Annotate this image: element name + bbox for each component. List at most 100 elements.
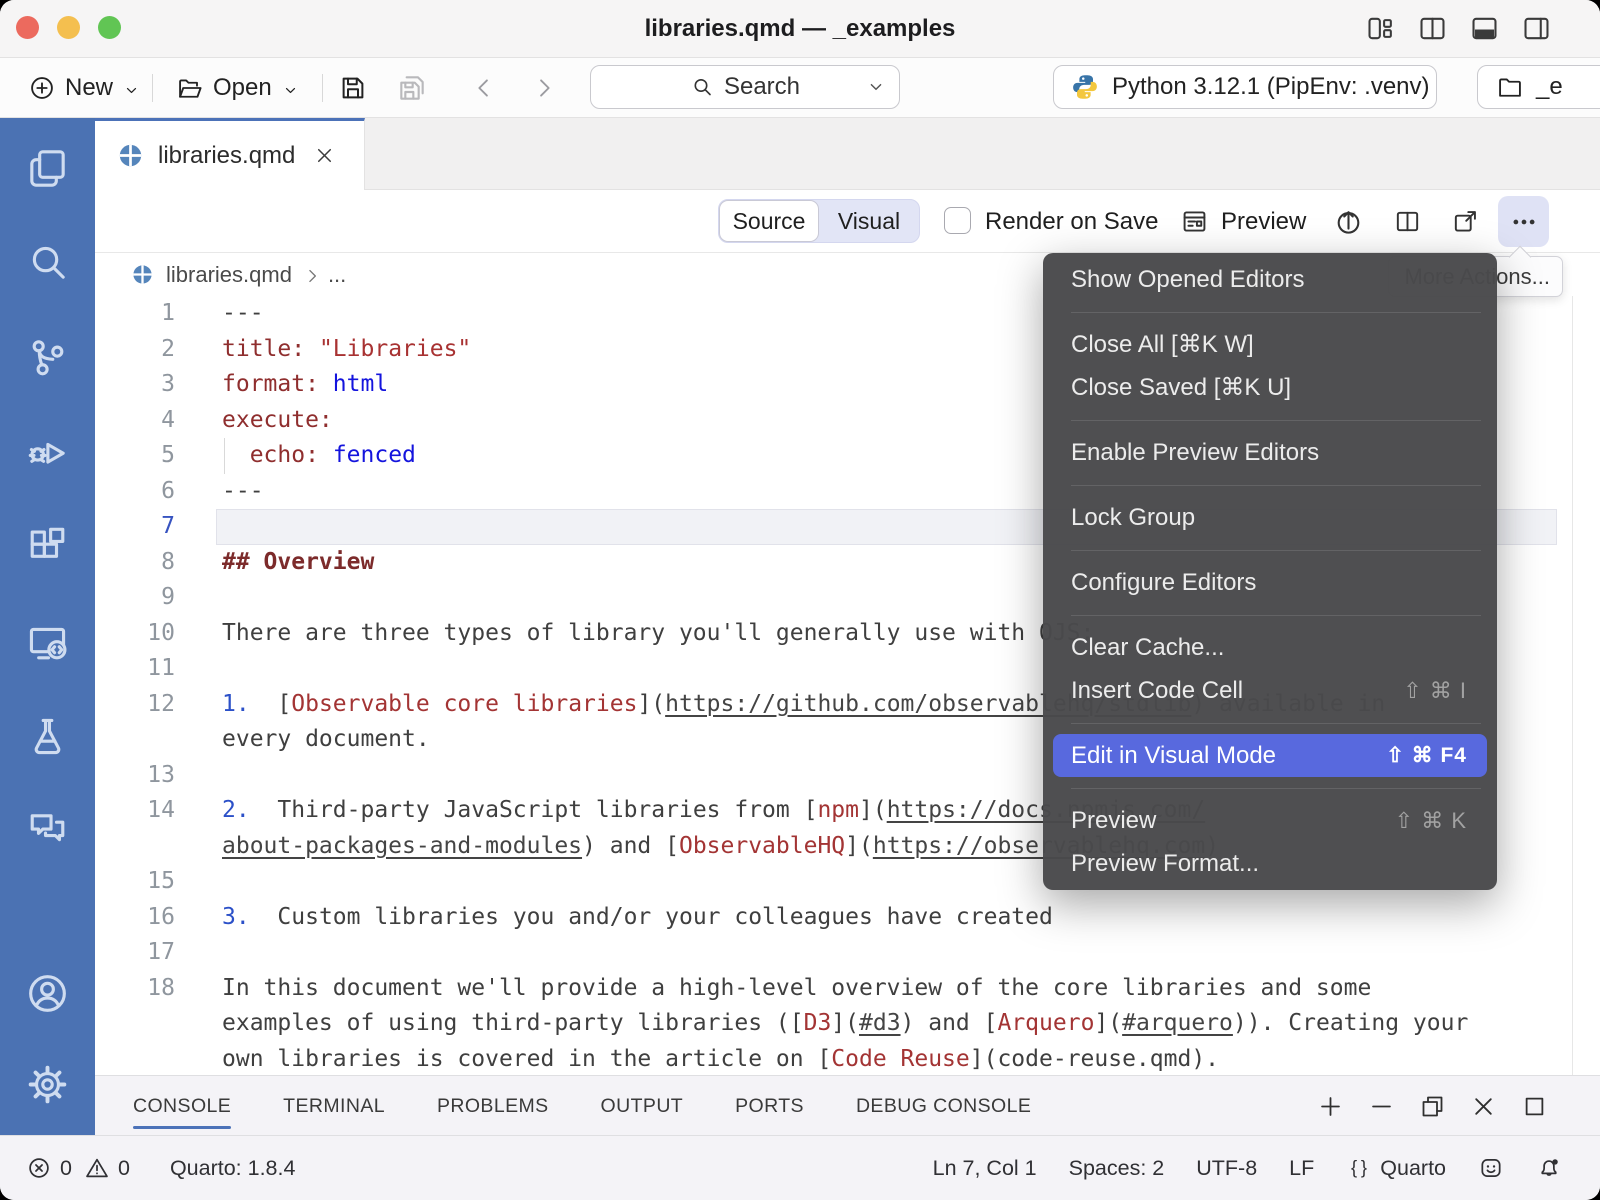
menu-item-label: Clear Cache... — [1071, 634, 1224, 662]
line-number: 18 — [95, 971, 175, 1007]
panel-restore-icon[interactable] — [1419, 1093, 1446, 1120]
breadcrumb-file[interactable]: libraries.qmd — [166, 262, 292, 288]
error-icon — [26, 1155, 52, 1181]
status-item-utf-8[interactable]: UTF-8 — [1196, 1156, 1257, 1181]
interpreter-selector[interactable]: Python 3.12.1 (PipEnv: .venv) — [1053, 65, 1437, 109]
save-button[interactable] — [338, 58, 368, 118]
workspace-folder-button[interactable]: _e — [1477, 65, 1600, 109]
settings-activity-button[interactable] — [24, 1061, 71, 1108]
explorer-activity-button[interactable] — [24, 145, 71, 192]
toggle-panel-icon[interactable] — [1469, 13, 1500, 44]
code-text: ## Overview — [222, 545, 374, 581]
testing-activity-button[interactable] — [24, 713, 71, 760]
panel-tab-problems[interactable]: PROBLEMS — [437, 1076, 549, 1136]
status-item-0[interactable]: 0 — [26, 1155, 72, 1181]
editor-line: 17 — [95, 935, 1600, 971]
remote-explorer-activity-button[interactable] — [24, 620, 71, 667]
search-activity-button[interactable] — [24, 239, 71, 286]
status-item-lf[interactable]: LF — [1289, 1156, 1314, 1181]
menu-item-enable-preview-editors[interactable]: Enable Preview Editors — [1043, 431, 1497, 474]
menu-item-close-saved-k-u[interactable]: Close Saved [⌘K U] — [1043, 366, 1497, 409]
panel-tab-debug-console[interactable]: DEBUG CONSOLE — [856, 1076, 1031, 1136]
braces-icon: { } — [1346, 1155, 1372, 1181]
testing-icon — [24, 713, 71, 760]
preview-icon[interactable] — [1180, 207, 1209, 236]
comments-activity-button[interactable] — [24, 805, 71, 852]
close-tab-icon[interactable] — [313, 144, 336, 167]
editor-line: 163. Custom libraries you and/or your co… — [95, 900, 1600, 936]
status-text: 0 — [60, 1156, 72, 1181]
chevron-down-icon — [122, 81, 141, 100]
save-all-button[interactable] — [396, 58, 428, 118]
comments-icon — [24, 805, 71, 852]
breadcrumb-more[interactable]: ... — [328, 262, 346, 288]
extensions-activity-button[interactable] — [24, 523, 71, 570]
main-toolbar: New Open Search Python 3.12.1 (P — [0, 58, 1600, 118]
split-editor-icon[interactable] — [1393, 207, 1422, 236]
status-text: Quarto — [1380, 1156, 1446, 1181]
panel-tab-output[interactable]: OUTPUT — [601, 1076, 684, 1136]
status-item-quarto-1.8.4[interactable]: Quarto: 1.8.4 — [170, 1156, 296, 1181]
panel-minimize-icon[interactable] — [1368, 1093, 1395, 1120]
render-on-save-checkbox[interactable] — [944, 207, 971, 234]
status-item-ln-7-col-1[interactable]: Ln 7, Col 1 — [933, 1156, 1037, 1181]
customize-layout-icon[interactable] — [1365, 13, 1396, 44]
forward-button[interactable] — [530, 58, 558, 118]
tab-libraries-qmd[interactable]: libraries.qmd — [95, 118, 365, 190]
run-debug-icon — [24, 428, 71, 475]
menu-item-configure-editors[interactable]: Configure Editors — [1043, 561, 1497, 604]
run-debug-activity-button[interactable] — [24, 428, 71, 475]
menu-item-preview-format[interactable]: Preview Format... — [1043, 842, 1497, 885]
new-button[interactable]: New — [28, 58, 141, 118]
account-activity-button[interactable] — [24, 970, 71, 1017]
status-item-spaces-2[interactable]: Spaces: 2 — [1069, 1156, 1165, 1181]
panel-tab-terminal[interactable]: TERMINAL — [283, 1076, 385, 1136]
more-actions-button[interactable] — [1498, 196, 1549, 247]
back-button[interactable] — [470, 58, 498, 118]
panel-close-icon[interactable] — [1470, 1093, 1497, 1120]
panel-plus-icon[interactable] — [1317, 1093, 1344, 1120]
code-text: title: "Libraries" — [222, 332, 471, 368]
menu-separator — [1043, 301, 1497, 323]
open-button[interactable]: Open — [176, 58, 300, 118]
line-number: 6 — [95, 474, 175, 510]
status-item-0[interactable]: 0 — [84, 1155, 130, 1181]
search-input[interactable]: Search — [590, 65, 900, 109]
line-number: 3 — [95, 367, 175, 403]
status-item-quarto[interactable]: { } Quarto — [1346, 1155, 1446, 1181]
menu-item-preview[interactable]: Preview⇧ ⌘ K — [1043, 799, 1497, 842]
preview-button[interactable]: Preview — [1221, 190, 1306, 253]
code-text: --- — [222, 474, 264, 510]
source-mode-label: Source — [733, 208, 806, 235]
plus-circle-icon — [28, 74, 56, 102]
search-label: Search — [724, 73, 800, 101]
tab-label: libraries.qmd — [158, 142, 295, 170]
menu-item-clear-cache[interactable]: Clear Cache... — [1043, 626, 1497, 669]
render-on-save-label: Render on Save — [985, 190, 1158, 253]
python-logo-icon — [1070, 72, 1100, 102]
open-in-new-window-icon[interactable] — [1451, 207, 1480, 236]
source-mode-button[interactable]: Source — [719, 200, 819, 242]
menu-item-label: Insert Code Cell — [1071, 677, 1243, 705]
menu-item-close-all-k-w[interactable]: Close All [⌘K W] — [1043, 323, 1497, 366]
panel-maximize-icon[interactable] — [1521, 1093, 1548, 1120]
toggle-secondary-sidebar-icon[interactable] — [1521, 13, 1552, 44]
code-text: --- — [222, 296, 264, 332]
activity-bar — [0, 118, 95, 1135]
render-icon[interactable] — [1333, 206, 1364, 237]
menu-item-lock-group[interactable]: Lock Group — [1043, 496, 1497, 539]
menu-item-edit-in-visual-mode[interactable]: Edit in Visual Mode⇧ ⌘ F4 — [1053, 734, 1487, 777]
split-editor-layout-icon[interactable] — [1417, 13, 1448, 44]
menu-item-show-opened-editors[interactable]: Show Opened Editors — [1043, 258, 1497, 301]
panel-tab-ports[interactable]: PORTS — [735, 1076, 804, 1136]
status-item-bell-dot-icon[interactable] — [1536, 1155, 1562, 1181]
remote-explorer-icon — [24, 620, 71, 667]
source-control-activity-button[interactable] — [24, 334, 71, 381]
status-item-smiley-icon[interactable] — [1478, 1155, 1504, 1181]
visual-mode-button[interactable]: Visual — [819, 200, 919, 242]
menu-separator — [1043, 712, 1497, 734]
status-bar: 00 Quarto: 1.8.4 Ln 7, Col 1 Spaces: 2 UTF-… — [0, 1135, 1600, 1200]
menu-item-insert-code-cell[interactable]: Insert Code Cell⇧ ⌘ I — [1043, 669, 1497, 712]
panel-tab-console[interactable]: CONSOLE — [133, 1076, 231, 1136]
menu-separator — [1043, 604, 1497, 626]
